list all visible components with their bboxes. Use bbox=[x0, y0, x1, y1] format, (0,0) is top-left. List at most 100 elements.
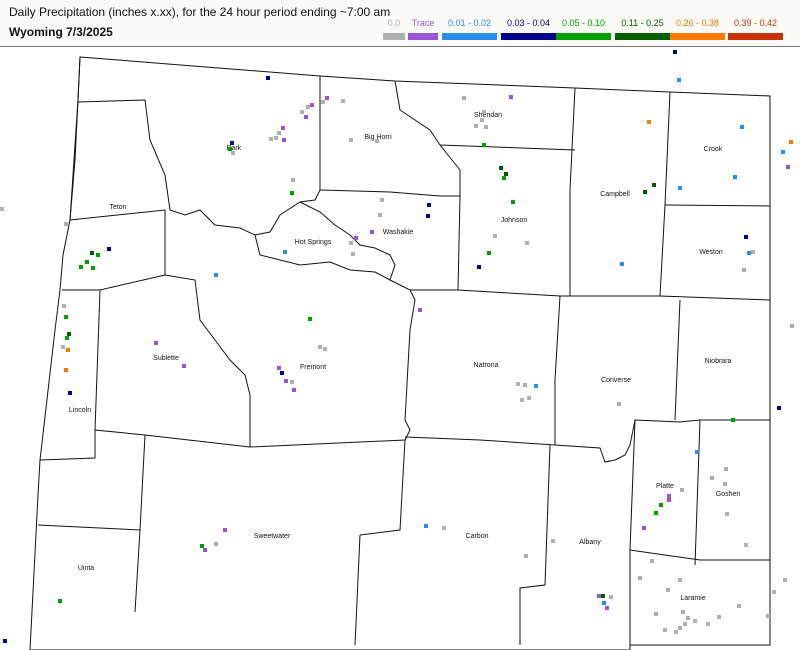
station-marker bbox=[300, 110, 304, 114]
station-marker bbox=[742, 268, 746, 272]
station-marker bbox=[283, 250, 287, 254]
legend-item: 0.01 - 0.02 bbox=[442, 18, 497, 40]
station-marker bbox=[643, 190, 647, 194]
station-marker bbox=[274, 136, 278, 140]
station-marker bbox=[740, 125, 744, 129]
station-marker bbox=[638, 576, 642, 580]
county-label: Crook bbox=[704, 146, 723, 153]
legend-item: 0.26 - 0.38 bbox=[670, 18, 725, 40]
county-label: Niobrara bbox=[705, 358, 732, 365]
map-header: Daily Precipitation (inches x.xx), for t… bbox=[0, 0, 800, 47]
station-marker bbox=[277, 366, 281, 370]
legend-label: 0.39 - 0.42 bbox=[733, 18, 778, 28]
county-label: Sublette bbox=[153, 355, 179, 362]
station-marker bbox=[351, 252, 355, 256]
county-label: Hot Springs bbox=[295, 239, 332, 246]
station-marker bbox=[647, 120, 651, 124]
station-marker bbox=[677, 78, 681, 82]
county-label: Sweetwater bbox=[254, 533, 291, 540]
station-marker bbox=[525, 241, 529, 245]
station-marker bbox=[482, 143, 486, 147]
legend-swatch bbox=[670, 33, 725, 40]
station-marker bbox=[290, 380, 294, 384]
station-marker bbox=[502, 176, 506, 180]
county-label: Campbell bbox=[600, 191, 630, 198]
station-marker bbox=[680, 488, 684, 492]
station-marker bbox=[652, 183, 656, 187]
station-marker bbox=[602, 601, 606, 605]
legend-item: 0.0 bbox=[383, 18, 405, 40]
legend-swatch bbox=[556, 33, 611, 40]
station-marker bbox=[321, 100, 325, 104]
station-marker bbox=[310, 103, 314, 107]
station-marker bbox=[620, 262, 624, 266]
station-marker bbox=[292, 388, 296, 392]
station-marker bbox=[777, 406, 781, 410]
station-marker bbox=[725, 512, 729, 516]
station-marker bbox=[516, 382, 520, 386]
station-marker bbox=[520, 398, 524, 402]
station-marker bbox=[306, 105, 310, 109]
station-marker bbox=[154, 341, 158, 345]
legend-label: 0.03 - 0.04 bbox=[506, 18, 551, 28]
station-marker bbox=[90, 251, 94, 255]
station-marker bbox=[442, 526, 446, 530]
station-marker bbox=[527, 396, 531, 400]
station-marker bbox=[663, 628, 667, 632]
station-marker bbox=[424, 524, 428, 528]
station-marker bbox=[667, 498, 671, 502]
station-marker bbox=[744, 235, 748, 239]
legend-swatch bbox=[728, 33, 783, 40]
county-label: Laramie bbox=[680, 595, 705, 602]
station-marker bbox=[64, 315, 68, 319]
station-marker bbox=[182, 364, 186, 368]
station-marker bbox=[418, 308, 422, 312]
county-label: Natrona bbox=[474, 362, 499, 369]
station-marker bbox=[480, 118, 484, 122]
station-marker bbox=[681, 610, 685, 614]
station-marker bbox=[484, 125, 488, 129]
station-marker bbox=[737, 604, 741, 608]
legend-label: 0.11 - 0.25 bbox=[621, 18, 664, 28]
station-marker bbox=[790, 324, 794, 328]
station-marker bbox=[659, 503, 663, 507]
legend-label: Trace bbox=[411, 18, 435, 28]
county-label: Sheridan bbox=[474, 112, 502, 119]
station-marker bbox=[462, 96, 466, 100]
station-marker bbox=[551, 539, 555, 543]
station-marker bbox=[325, 96, 329, 100]
station-marker bbox=[91, 266, 95, 270]
station-marker bbox=[3, 639, 7, 643]
station-marker bbox=[511, 200, 515, 204]
legend-swatch bbox=[501, 33, 556, 40]
station-marker bbox=[107, 247, 111, 251]
station-marker bbox=[706, 622, 710, 626]
station-marker bbox=[695, 450, 699, 454]
legend-swatch bbox=[408, 33, 438, 40]
station-marker bbox=[426, 214, 430, 218]
station-marker bbox=[277, 131, 281, 135]
station-marker bbox=[290, 191, 294, 195]
station-marker bbox=[341, 99, 345, 103]
station-marker bbox=[200, 544, 204, 548]
station-marker bbox=[524, 554, 528, 558]
station-marker bbox=[523, 383, 527, 387]
station-marker bbox=[723, 482, 727, 486]
station-marker bbox=[678, 186, 682, 190]
county-label: Weston bbox=[699, 249, 723, 256]
station-marker bbox=[504, 172, 508, 176]
station-marker bbox=[747, 251, 751, 255]
station-marker bbox=[323, 347, 327, 351]
station-marker bbox=[380, 198, 384, 202]
station-marker bbox=[674, 630, 678, 634]
station-marker bbox=[493, 234, 497, 238]
map-title: Daily Precipitation (inches x.xx), for t… bbox=[9, 5, 391, 19]
station-marker bbox=[318, 345, 322, 349]
legend-label: 0.26 - 0.38 bbox=[675, 18, 720, 28]
station-marker bbox=[710, 476, 714, 480]
station-marker bbox=[731, 418, 735, 422]
county-label: Platte bbox=[656, 483, 674, 490]
station-marker bbox=[284, 379, 288, 383]
station-marker bbox=[650, 559, 654, 563]
station-marker bbox=[375, 139, 379, 143]
